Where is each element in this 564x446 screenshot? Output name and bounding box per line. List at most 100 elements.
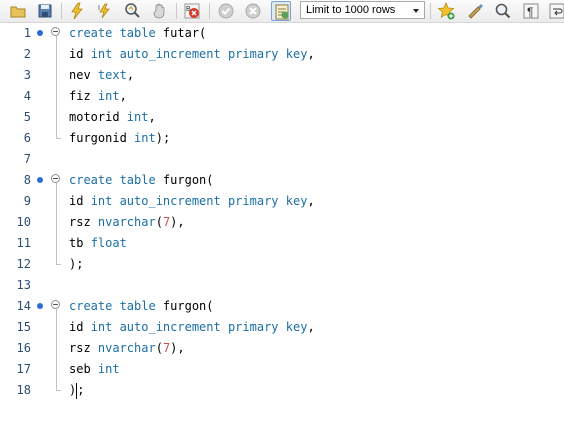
sql-text: ); — [69, 257, 84, 271]
code-text: create table futar( — [69, 23, 206, 44]
line-number: 10 — [16, 215, 31, 229]
code-line[interactable]: 6 furgonid int); — [0, 128, 564, 149]
execute-icon[interactable] — [67, 1, 87, 21]
limit-rows-select[interactable]: Limit to 1000 rows — [300, 1, 425, 19]
code-text: ); — [69, 380, 84, 401]
code-line[interactable]: 13 — [0, 275, 564, 296]
rollback-icon[interactable] — [243, 1, 263, 21]
statement-marker-icon — [37, 30, 43, 36]
find-icon[interactable] — [493, 1, 513, 21]
code-text: id int auto_increment primary key, — [69, 317, 315, 338]
sql-text: futar( — [155, 26, 207, 40]
sql-text: id — [69, 320, 91, 334]
code-text: rsz nvarchar(7), — [69, 212, 185, 233]
code-line[interactable]: 10 rsz nvarchar(7), — [0, 212, 564, 233]
statement-marker-icon — [37, 303, 43, 309]
line-number: 5 — [23, 110, 31, 124]
line-number: 11 — [16, 236, 31, 250]
line-number: 12 — [16, 257, 31, 271]
code-line[interactable]: 14 create table furgon( — [0, 296, 564, 317]
sql-text: , — [307, 320, 315, 334]
statement-marker-icon — [37, 177, 43, 183]
limit-rows-value: Limit to 1000 rows — [306, 4, 396, 16]
fold-guide-end — [56, 264, 61, 265]
code-text: furgonid int); — [69, 128, 170, 149]
fold-guide — [56, 183, 57, 264]
sql-text: ), — [170, 341, 185, 355]
line-number: 4 — [23, 89, 31, 103]
fold-toggle-icon[interactable] — [51, 27, 60, 36]
sql-text: motorid — [69, 110, 127, 124]
code-line[interactable]: 5 motorid int, — [0, 107, 564, 128]
fold-guide-end — [56, 390, 61, 391]
sql-text: furgon( — [155, 173, 214, 187]
code-line[interactable]: 7 — [0, 149, 564, 170]
sql-keyword: create table — [69, 173, 156, 187]
invisible-chars-icon[interactable]: ¶ — [521, 1, 541, 21]
toggle-error-icon[interactable]: B — [182, 1, 202, 21]
code-text: motorid int, — [69, 107, 156, 128]
code-line[interactable]: 1 create table futar( — [0, 23, 564, 44]
line-number: 9 — [23, 194, 31, 208]
toolbar-separator — [430, 3, 431, 19]
add-snippet-icon[interactable] — [436, 1, 456, 21]
save-icon[interactable] — [35, 1, 55, 21]
code-line[interactable]: 2 id int auto_increment primary key, — [0, 44, 564, 65]
autocommit-icon[interactable] — [271, 1, 291, 21]
sql-keyword: int — [126, 110, 149, 124]
stop-icon[interactable] — [150, 1, 170, 21]
sql-text: , — [119, 89, 127, 103]
explain-icon[interactable] — [123, 1, 143, 21]
sql-text: rsz — [69, 215, 98, 229]
fold-guide — [56, 309, 57, 390]
code-line[interactable]: 3 nev text, — [0, 65, 564, 86]
execute-current-icon[interactable]: I — [95, 1, 115, 21]
toolbar-separator — [61, 3, 62, 19]
toolbar-separator — [209, 3, 210, 19]
code-text: ); — [69, 254, 83, 275]
line-number: 3 — [23, 68, 31, 82]
toolbar-separator — [176, 3, 177, 19]
sql-editor[interactable]: 1 create table futar( 2 id int auto_increme… — [0, 23, 564, 446]
sql-keyword: int auto_increment primary key — [90, 320, 308, 334]
code-line[interactable]: 12); — [0, 254, 564, 275]
line-number: 17 — [16, 362, 31, 376]
sql-text: id — [69, 47, 91, 61]
sql-text: tb — [69, 236, 91, 250]
code-line[interactable]: 11 tb float — [0, 233, 564, 254]
beautify-icon[interactable] — [465, 1, 485, 21]
sql-text: rsz — [69, 341, 98, 355]
code-line[interactable]: 9 id int auto_increment primary key, — [0, 191, 564, 212]
code-line[interactable]: 4 fiz int, — [0, 86, 564, 107]
code-text: id int auto_increment primary key, — [69, 44, 315, 65]
open-folder-icon[interactable] — [8, 1, 28, 21]
code-line[interactable]: 8 create table furgon( — [0, 170, 564, 191]
code-line[interactable]: 17 seb int — [0, 359, 564, 380]
line-number: 18 — [16, 383, 31, 397]
code-text: create table furgon( — [69, 296, 214, 317]
fold-toggle-icon[interactable] — [51, 300, 60, 309]
chevron-down-icon — [413, 9, 419, 13]
code-text: nev text, — [69, 65, 134, 86]
code-text: fiz int, — [69, 86, 127, 107]
commit-icon[interactable] — [216, 1, 236, 21]
sql-text: nev — [69, 68, 98, 82]
sql-text: furgon( — [155, 299, 214, 313]
sql-keyword: int auto_increment primary key — [90, 194, 308, 208]
sql-text: , — [148, 110, 156, 124]
sql-text: seb — [69, 362, 98, 376]
word-wrap-icon[interactable] — [547, 1, 564, 21]
line-number: 8 — [23, 173, 31, 187]
code-line[interactable]: 15 id int auto_increment primary key, — [0, 317, 564, 338]
code-text: id int auto_increment primary key, — [69, 191, 315, 212]
sql-keyword: create table — [69, 299, 156, 313]
sql-editor-toolbar: I B Limit to 1000 rows ¶ — [0, 0, 564, 23]
sql-text: , — [307, 47, 315, 61]
line-number: 2 — [23, 47, 31, 61]
line-number: 15 — [16, 320, 31, 334]
line-number: 13 — [16, 278, 31, 292]
fold-toggle-icon[interactable] — [51, 174, 60, 183]
line-number: 1 — [23, 26, 31, 40]
code-line[interactable]: 16 rsz nvarchar(7), — [0, 338, 564, 359]
code-line[interactable]: 18); — [0, 380, 564, 401]
